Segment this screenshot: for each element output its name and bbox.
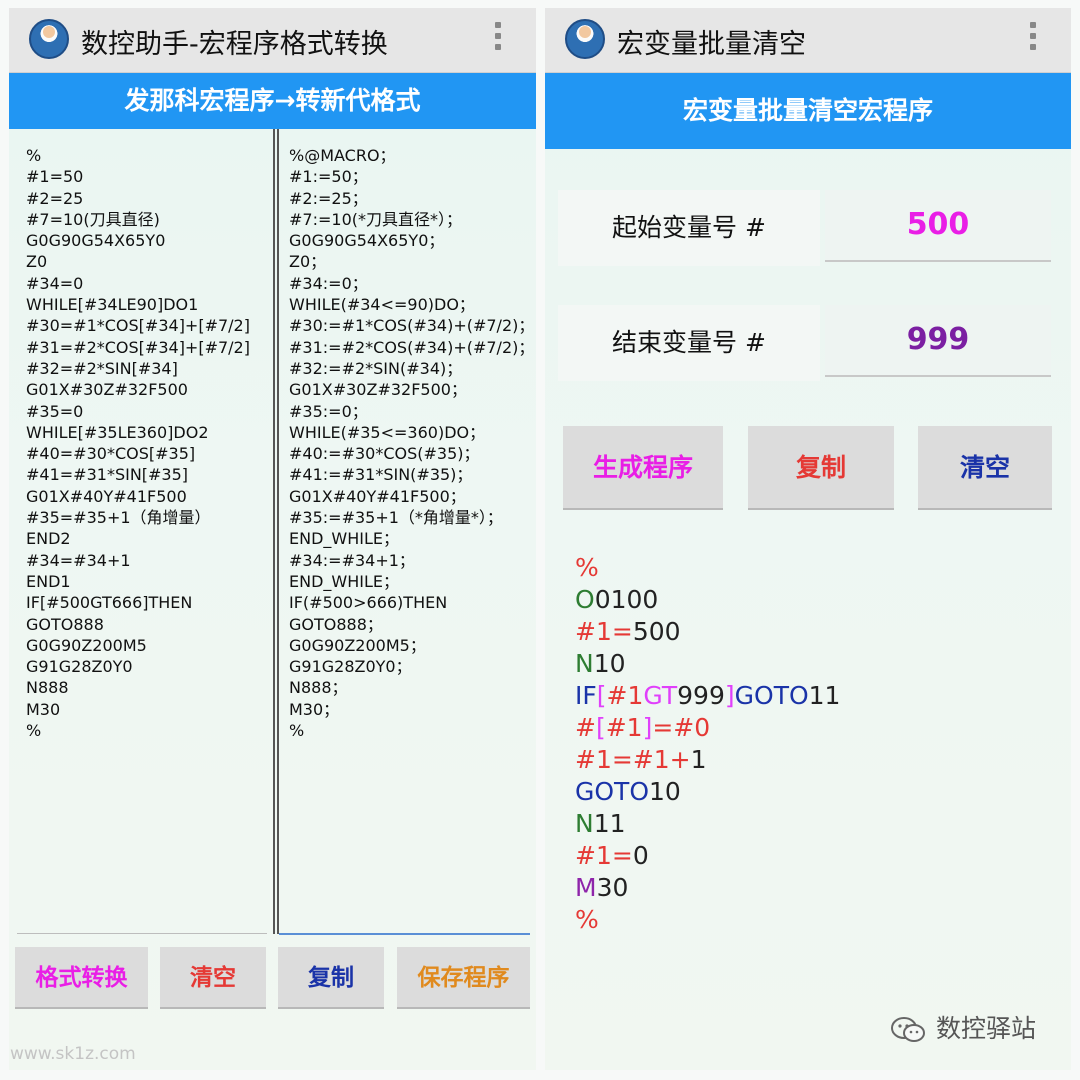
app-bar: 数控助手-宏程序格式转换 <box>9 8 536 73</box>
macro-token: 500 <box>632 617 681 646</box>
macro-token: ] <box>642 713 653 742</box>
macro-token: N <box>575 809 594 838</box>
macro-token: = <box>611 617 633 646</box>
copy-button[interactable]: 复制 <box>278 947 384 1009</box>
macro-token: 0100 <box>594 585 659 614</box>
macro-token: GT <box>643 681 678 710</box>
app-bar: 宏变量批量清空 <box>545 8 1071 73</box>
macro-token: [ <box>596 681 607 710</box>
macro-line: N11 <box>575 808 840 840</box>
wechat-icon <box>891 1017 925 1042</box>
overflow-menu-icon[interactable] <box>494 22 502 58</box>
macro-token: # <box>575 713 596 742</box>
output-underline <box>279 933 530 935</box>
macro-token: #1 <box>632 745 670 774</box>
macro-token: 10 <box>649 777 681 806</box>
app-title: 宏变量批量清空 <box>617 29 806 60</box>
macro-token: #1 <box>575 745 612 774</box>
page-banner: 发那科宏程序→转新代格式 <box>9 73 536 129</box>
site-watermark: www.sk1z.com <box>10 1044 136 1064</box>
macro-token: ] <box>724 681 735 710</box>
macro-token: = <box>611 841 633 870</box>
macro-line: % <box>575 552 840 584</box>
macro-token: [ <box>595 713 606 742</box>
fanuc-input-editor[interactable]: % #1=50 #2=25 #7=10(刀具直径) G0G90G54X65Y0 … <box>26 145 250 741</box>
editor-divider <box>273 129 275 934</box>
right-app-screen: 宏变量批量清空 宏变量批量清空宏程序 起始变量号 # 500 结束变量号 # 9… <box>545 8 1071 1070</box>
macro-token: 11 <box>808 681 841 710</box>
macro-line: #[#1]=#0 <box>575 712 840 744</box>
macro-token: #1 <box>606 681 644 710</box>
macro-token: % <box>575 553 599 582</box>
start-variable-label: 起始变量号 # <box>558 190 820 266</box>
macro-line: GOTO10 <box>575 776 840 808</box>
macro-token: 1 <box>690 745 707 774</box>
app-logo-icon <box>565 19 605 59</box>
end-variable-input[interactable]: 999 <box>825 305 1051 377</box>
generated-macro-output[interactable]: % O0100 #1=500 N10 IF[#1GT999]GOTO11 #[#1]=#0… <box>575 552 840 936</box>
macro-line: #1=0 <box>575 840 840 872</box>
macro-token: + <box>669 745 691 774</box>
brand-name: 数控驿站 <box>936 1014 1037 1043</box>
input-underline <box>17 933 267 934</box>
convert-button[interactable]: 格式转换 <box>15 947 148 1009</box>
clear-button[interactable]: 清空 <box>160 947 266 1009</box>
macro-token: N <box>575 649 594 678</box>
macro-token: M <box>575 873 597 902</box>
macro-token: 11 <box>593 809 626 838</box>
editor-divider <box>277 129 279 934</box>
app-logo-icon <box>29 19 69 59</box>
macro-token: 0 <box>632 841 649 870</box>
save-program-button[interactable]: 保存程序 <box>397 947 530 1009</box>
macro-line: IF[#1GT999]GOTO11 <box>575 680 840 712</box>
macro-token: #1 <box>605 713 643 742</box>
macro-token: O <box>575 585 595 614</box>
macro-token: = <box>652 713 674 742</box>
macro-token: #0 <box>673 713 711 742</box>
generate-program-button[interactable]: 生成程序 <box>563 426 723 510</box>
macro-token: #1 <box>575 617 612 646</box>
macro-line: #1=500 <box>575 616 840 648</box>
start-variable-input[interactable]: 500 <box>825 190 1051 262</box>
macro-token: GOTO <box>734 681 809 710</box>
macro-line: O0100 <box>575 584 840 616</box>
left-app-screen: 数控助手-宏程序格式转换 发那科宏程序→转新代格式 % #1=50 #2=25 … <box>9 8 536 1070</box>
macro-token: GOTO <box>575 777 649 806</box>
app-title: 数控助手-宏程序格式转换 <box>81 29 388 60</box>
macro-token: #1 <box>575 841 612 870</box>
end-variable-label: 结束变量号 # <box>558 305 820 381</box>
macro-token: = <box>611 745 633 774</box>
macro-token: % <box>575 905 599 934</box>
copy-button[interactable]: 复制 <box>748 426 894 510</box>
overflow-menu-icon[interactable] <box>1029 22 1037 58</box>
macro-line: #1=#1+1 <box>575 744 840 776</box>
macro-line: % <box>575 904 840 936</box>
syntec-output-editor[interactable]: %@MACRO； #1:=50； #2:=25； #7:=10(*刀具直径*）；… <box>289 145 534 741</box>
macro-token: 30 <box>596 873 629 902</box>
clear-button[interactable]: 清空 <box>918 426 1052 510</box>
macro-line: M30 <box>575 872 840 904</box>
macro-token: 10 <box>593 649 626 678</box>
macro-token: 999 <box>677 681 725 710</box>
macro-token: IF <box>575 681 597 710</box>
macro-line: N10 <box>575 648 840 680</box>
page-banner: 宏变量批量清空宏程序 <box>545 73 1071 149</box>
